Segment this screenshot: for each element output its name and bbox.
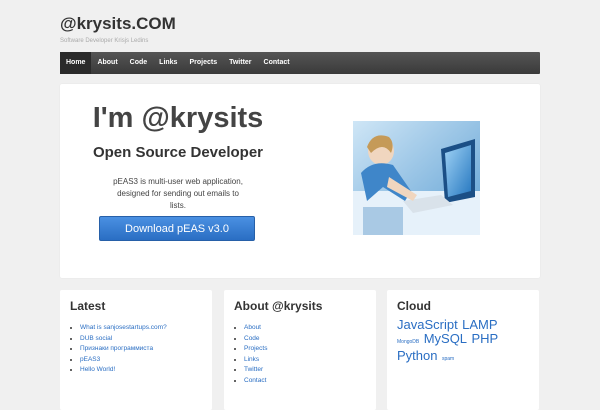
list-item[interactable]: Hello World! (80, 365, 167, 376)
tag-mysql[interactable]: MySQL (424, 331, 467, 346)
list-item[interactable]: Links (244, 355, 267, 366)
nav-item-projects[interactable]: Projects (183, 52, 223, 74)
download-button[interactable]: Download pEAS v3.0 (99, 216, 255, 241)
nav-item-twitter[interactable]: Twitter (223, 52, 257, 74)
tag-php[interactable]: PHP (471, 331, 498, 346)
hero-description: pEAS3 is multi-user web application, des… (113, 177, 243, 210)
main-nav: Home About Code Links Projects Twitter C… (60, 52, 540, 74)
site-title[interactable]: @krysits.COM (60, 14, 176, 34)
tag-javascript[interactable]: JavaScript (397, 317, 458, 332)
about-title: About @krysits (234, 299, 323, 313)
latest-list: What is sanjosestartups.com? DUB social … (70, 323, 167, 376)
list-item[interactable]: Twitter (244, 365, 267, 376)
hero-title: I'm @krysits (92, 102, 264, 134)
list-item[interactable]: About (244, 323, 267, 334)
nav-item-links[interactable]: Links (153, 52, 183, 74)
list-item[interactable]: Contact (244, 376, 267, 387)
nav-item-about[interactable]: About (91, 52, 123, 74)
tag-cloud: JavaScript LAMP MongoDB MySQL PHP Python… (397, 318, 522, 366)
cloud-title: Cloud (397, 299, 431, 313)
latest-widget: Latest What is sanjosestartups.com? DUB … (60, 290, 212, 410)
nav-item-code[interactable]: Code (124, 52, 154, 74)
site-description: Software Developer Krisjs Ledins (60, 38, 149, 44)
about-widget: About @krysits About Code Projects Links… (224, 290, 376, 410)
list-item[interactable]: Projects (244, 344, 267, 355)
about-list: About Code Projects Links Twitter Contac… (234, 323, 267, 386)
hero-subtitle: Open Source Developer (92, 144, 264, 161)
list-item[interactable]: pEAS3 (80, 355, 167, 366)
cloud-widget: Cloud JavaScript LAMP MongoDB MySQL PHP … (387, 290, 539, 410)
list-item[interactable]: What is sanjosestartups.com? (80, 323, 167, 334)
hero-panel: I'm @krysits Open Source Developer pEAS3… (60, 84, 540, 278)
nav-item-home[interactable]: Home (60, 52, 92, 74)
tag-lamp[interactable]: LAMP (462, 317, 497, 332)
list-item[interactable]: DUB social (80, 334, 167, 345)
list-item[interactable]: Code (244, 334, 267, 345)
tag-spam[interactable]: spam (442, 356, 454, 362)
list-item[interactable]: Признаки программиста (80, 344, 167, 355)
hero-photo (353, 121, 480, 235)
latest-title: Latest (70, 299, 106, 313)
tag-python[interactable]: Python (397, 348, 437, 363)
nav-item-contact[interactable]: Contact (258, 52, 296, 74)
tag-mongodb[interactable]: MongoDB (397, 339, 419, 345)
